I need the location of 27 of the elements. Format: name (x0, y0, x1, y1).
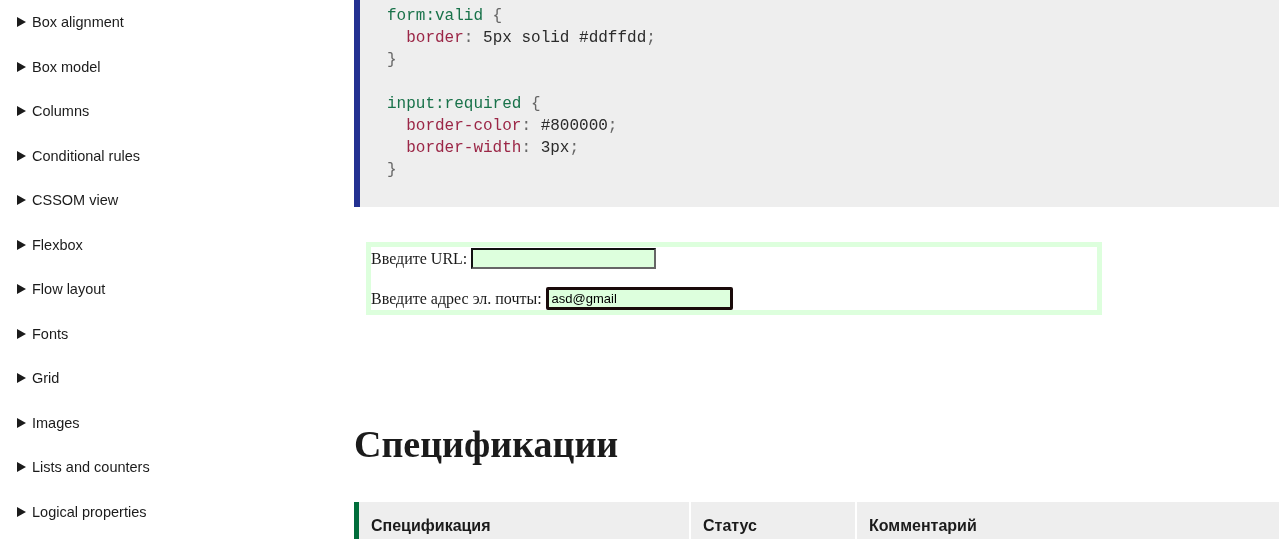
sidebar-item[interactable]: Flexbox (32, 236, 83, 253)
code-line: } (387, 160, 397, 181)
sidebar-item[interactable]: Images (32, 414, 80, 431)
column-header: Спецификация (359, 502, 689, 539)
field-label: Введите URL: (371, 249, 468, 268)
sidebar-item[interactable]: Columns (32, 103, 90, 120)
code-line: border: 5px solid #ddffdd; (405, 28, 656, 49)
sidebar-item[interactable]: CSSOM view (32, 192, 119, 209)
sidebar-item[interactable]: Grid (32, 370, 60, 387)
column-header: Комментарий (857, 502, 1279, 539)
sidebar-item[interactable]: Lists and counters (32, 459, 150, 476)
sidebar-item[interactable]: Box alignment (32, 14, 124, 31)
sidebar-item[interactable]: Logical properties (32, 503, 147, 520)
sidebar-item[interactable]: Fonts (32, 325, 69, 342)
input-field[interactable]: asd@gmail (545, 287, 733, 310)
sidebar-item[interactable]: Flow layout (32, 281, 106, 298)
sidebar-item[interactable]: Conditional rules (32, 147, 140, 164)
code-line: } (387, 50, 397, 71)
code-line: input:required { (387, 94, 541, 115)
code-line: border-color: #800000; (405, 116, 618, 137)
field-label: Введите адрес эл. почты: (371, 289, 542, 308)
section-heading: Спецификации (354, 422, 620, 466)
column-header: Статус (691, 502, 855, 539)
code-line: form:valid { (387, 6, 503, 27)
sidebar-item[interactable]: Box model (32, 58, 101, 75)
input-field[interactable] (471, 248, 657, 269)
code-line: border-width: 3px; (405, 138, 580, 159)
